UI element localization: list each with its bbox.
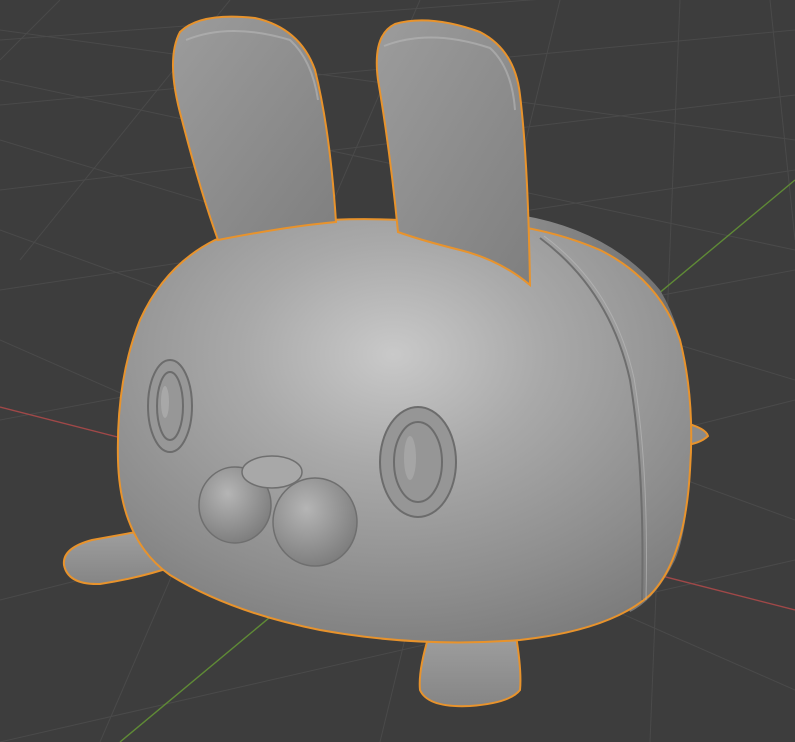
eye-left[interactable] [147, 359, 193, 453]
3d-viewport[interactable] [0, 0, 795, 742]
ear-left[interactable] [172, 15, 338, 242]
viewport-canvas[interactable] [0, 0, 795, 742]
eye-right[interactable] [379, 406, 457, 518]
